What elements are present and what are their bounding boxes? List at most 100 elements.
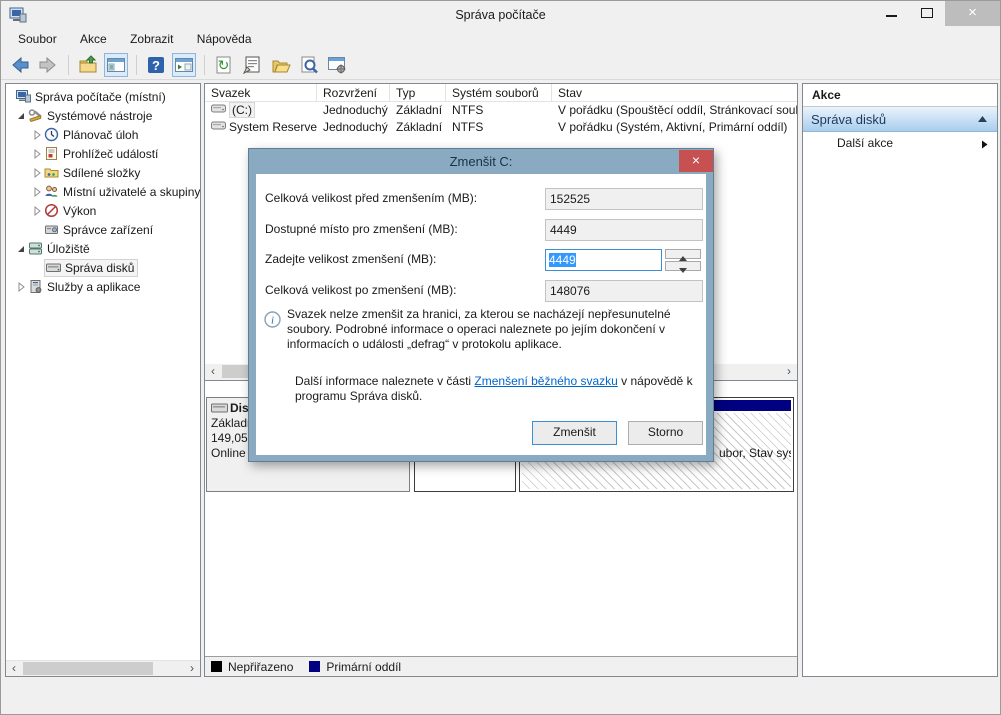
toolbar-separator	[204, 55, 205, 75]
show-console-tree-button[interactable]	[104, 53, 128, 77]
volume-status: V pořádku (Spouštěcí oddíl, Stránkovací …	[552, 102, 797, 119]
submenu-arrow-icon	[981, 140, 988, 149]
dialog-titlebar[interactable]: Zmenšit C: ×	[249, 149, 713, 174]
shrink-info-text: Svazek nelze zmenšit za hranici, za kter…	[287, 307, 703, 352]
actions-item-dalsi-akce[interactable]: Další akce	[803, 132, 997, 155]
tree-item-label: Systémové nástroje	[47, 109, 152, 123]
tree-item-sdilene-slozky[interactable]: Sdílené složky	[6, 163, 200, 182]
column-header-typ[interactable]: Typ	[390, 84, 446, 101]
tree-item-planovac-uloh[interactable]: Plánovač úloh	[6, 125, 200, 144]
volume-name: (C:)	[229, 102, 255, 118]
field-label-total-before: Celková velikost před zmenšením (MB):	[265, 191, 477, 205]
svg-text:↻: ↻	[218, 57, 230, 73]
dialog-close-button[interactable]: ×	[679, 150, 713, 172]
menu-soubor[interactable]: Soubor	[8, 29, 67, 51]
services-icon	[28, 279, 43, 294]
refresh-button[interactable]: ↻	[212, 53, 236, 77]
column-header-stav[interactable]: Stav	[552, 84, 797, 101]
help-link[interactable]: Zmenšení běžného svazku	[474, 374, 617, 388]
tree-horizontal-scrollbar[interactable]: ‹ ›	[6, 660, 200, 676]
find-button[interactable]	[297, 53, 321, 77]
toolbar-separator	[68, 55, 69, 75]
tree-item-prohlizec-udalosti[interactable]: Prohlížeč událostí	[6, 144, 200, 163]
scroll-right-arrow[interactable]: ›	[781, 364, 797, 379]
close-button[interactable]: ×	[945, 1, 1000, 26]
shrink-button[interactable]: Zmenšit	[532, 421, 617, 445]
open-button[interactable]	[269, 53, 293, 77]
export-list-button[interactable]	[76, 53, 100, 77]
open-folder-icon	[270, 54, 292, 76]
volume-table-header: Svazek Rozvržení Typ Systém souborů Stav	[205, 84, 797, 102]
menu-napoveda[interactable]: Nápověda	[187, 29, 262, 51]
properties-button[interactable]	[240, 53, 264, 77]
spinner-down-icon	[679, 268, 687, 273]
tree-item-uloziste[interactable]: Úložiště	[6, 239, 200, 258]
disk-icon	[211, 402, 228, 414]
field-label-total-after: Celková velikost po zmenšení (MB):	[265, 283, 456, 297]
minimize-button[interactable]	[873, 1, 909, 26]
scroll-left-arrow[interactable]: ‹	[6, 661, 22, 676]
actions-group-sprava-disku[interactable]: Správa disků	[803, 107, 997, 132]
expander-expanded-icon[interactable]	[14, 242, 28, 256]
maximize-button[interactable]	[909, 1, 945, 26]
menu-akce[interactable]: Akce	[70, 29, 117, 51]
tree-item-spravce-zarizeni[interactable]: Správce zařízení	[6, 220, 200, 239]
tree-item-vykon[interactable]: Výkon	[6, 201, 200, 220]
volume-layout: Jednoduchý	[317, 102, 390, 119]
expander-collapsed-icon[interactable]	[30, 147, 44, 161]
svg-text:?: ?	[152, 58, 160, 73]
volume-row-system-reserved[interactable]: System Reserved Jednoduchý Základní NTFS…	[205, 119, 797, 136]
tree-item-mistni-uzivatele[interactable]: Místní uživatelé a skupiny	[6, 182, 200, 201]
help-prefix: Další informace naleznete v části	[295, 374, 474, 388]
shrink-amount-input[interactable]: 4449	[545, 249, 662, 271]
cancel-button[interactable]: Storno	[628, 421, 703, 445]
partition-legend: Nepřiřazeno Primární oddíl	[205, 656, 797, 676]
column-header-system-souboru[interactable]: Systém souborů	[446, 84, 552, 101]
users-icon	[44, 184, 59, 199]
minimize-icon	[886, 15, 897, 17]
scroll-right-arrow[interactable]: ›	[184, 661, 200, 676]
legend-label: Nepřiřazeno	[228, 660, 293, 674]
expander-collapsed-icon[interactable]	[30, 128, 44, 142]
legend-item-unallocated: Nepřiřazeno	[211, 660, 293, 674]
dialog-body: Celková velikost před zmenšením (MB): 15…	[256, 174, 706, 455]
column-header-svazek[interactable]: Svazek	[205, 84, 317, 101]
svg-text:i: i	[271, 315, 274, 327]
tree-item-label: Plánovač úloh	[63, 128, 138, 142]
menu-zobrazit[interactable]: Zobrazit	[120, 29, 183, 51]
window-title: Správa počítače	[1, 8, 1000, 22]
expander-collapsed-icon[interactable]	[30, 166, 44, 180]
show-action-pane-button[interactable]	[172, 53, 196, 77]
tree-item-sluzby-a-aplikace[interactable]: Služby a aplikace	[6, 277, 200, 296]
help-button[interactable]: ?	[144, 53, 168, 77]
system-tools-icon	[28, 108, 43, 123]
collapse-up-icon[interactable]	[977, 115, 988, 123]
column-header-rozvrzeni[interactable]: Rozvržení	[317, 84, 390, 101]
performance-icon	[44, 203, 59, 218]
partition-status-fragment: ubor, Stav sys	[719, 446, 791, 460]
expander-collapsed-icon[interactable]	[30, 204, 44, 218]
event-viewer-icon	[44, 146, 59, 161]
actions-item-label: Další akce	[837, 136, 893, 150]
primary-color-swatch	[309, 661, 320, 672]
actions-panel-title: Akce	[803, 84, 997, 107]
tree-item-label: Správa disků	[65, 261, 134, 275]
spinner-down-button[interactable]	[665, 261, 701, 271]
back-button[interactable]	[8, 53, 32, 77]
tree-item-sprava-disku[interactable]: Správa disků	[6, 258, 200, 277]
customize-view-button[interactable]	[325, 53, 349, 77]
expander-collapsed-icon[interactable]	[30, 185, 44, 199]
expander-expanded-icon[interactable]	[14, 109, 28, 123]
spinner-up-button[interactable]	[665, 249, 701, 259]
tree-item-systemove-nastroje[interactable]: Systémové nástroje	[6, 106, 200, 125]
tree-item-sprava-pocitace[interactable]: Správa počítače (místní)	[6, 87, 200, 106]
titlebar: Správa počítače ×	[1, 1, 1000, 29]
forward-button[interactable]	[36, 53, 60, 77]
volume-row-c[interactable]: (C:) Jednoduchý Základní NTFS V pořádku …	[205, 102, 797, 119]
export-list-icon	[77, 54, 99, 76]
expander-collapsed-icon[interactable]	[14, 280, 28, 294]
unallocated-color-swatch	[211, 661, 222, 672]
scroll-left-arrow[interactable]: ‹	[205, 364, 221, 379]
scroll-thumb[interactable]	[23, 662, 153, 675]
volume-type: Základní	[390, 119, 446, 136]
